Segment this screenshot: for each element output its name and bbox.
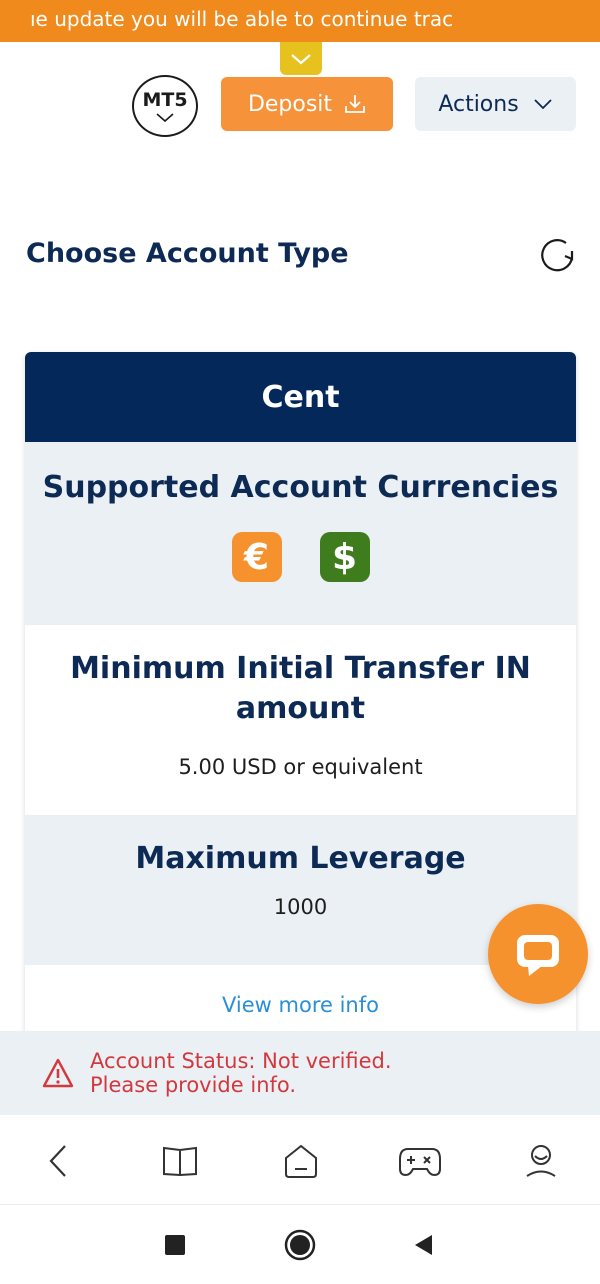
leverage-heading: Maximum Leverage (135, 841, 466, 876)
nav-home[interactable] (279, 1139, 323, 1183)
min-transfer-section: Minimum Initial Transfer IN amount 5.00 … (25, 625, 576, 815)
view-more-link[interactable]: View more info (222, 993, 379, 1017)
chevron-down-icon (534, 99, 552, 110)
currencies-heading: Supported Account Currencies (42, 470, 559, 505)
nav-back[interactable] (37, 1139, 81, 1183)
banner-collapse-toggle[interactable] (280, 42, 322, 75)
system-back-button[interactable] (406, 1228, 440, 1262)
gamepad-icon (399, 1148, 441, 1177)
account-type-title: Cent (261, 379, 340, 415)
nav-games[interactable] (398, 1139, 442, 1183)
recents-icon (165, 1235, 185, 1255)
dollar-icon: $ (319, 532, 370, 582)
account-status-text: Account Status: Not verified. Please pro… (90, 1049, 392, 1097)
platform-label: MT5 (142, 89, 188, 111)
deposit-button[interactable]: Deposit (221, 77, 393, 131)
profile-icon (526, 1145, 556, 1177)
nav-library[interactable] (158, 1139, 202, 1183)
currencies-section: Supported Account Currencies € $ (25, 442, 576, 625)
system-home-button[interactable] (283, 1228, 317, 1262)
update-banner-text: ıe update you will be able to continue t… (30, 7, 454, 31)
deposit-label: Deposit (247, 91, 333, 117)
home-icon (285, 1144, 317, 1178)
bottom-nav (0, 1115, 600, 1205)
page-title: Choose Account Type (26, 238, 349, 269)
chevron-down-icon (291, 53, 311, 64)
warning-icon (42, 1058, 74, 1088)
min-transfer-heading: Minimum Initial Transfer IN amount (70, 651, 531, 726)
chat-button[interactable] (488, 904, 588, 1004)
actions-dropdown[interactable]: Actions (415, 77, 576, 131)
account-type-header: Cent (25, 352, 576, 442)
nav-profile[interactable] (519, 1139, 563, 1183)
back-icon (49, 1145, 66, 1177)
account-status-line1: Account Status: Not verified. (90, 1049, 392, 1073)
account-status-line2: Please provide info. (90, 1073, 297, 1097)
refresh-icon[interactable] (536, 234, 578, 276)
home-circle-icon (284, 1229, 316, 1261)
actions-label: Actions (438, 91, 519, 117)
back-triangle-icon (415, 1235, 432, 1255)
chat-bubble-icon (517, 935, 559, 976)
chevron-down-icon (156, 113, 174, 123)
currency-icons: € $ (25, 532, 576, 582)
platform-switch-button[interactable]: MT5 (132, 75, 198, 137)
euro-icon: € (231, 532, 282, 582)
account-status-bar[interactable]: Account Status: Not verified. Please pro… (0, 1031, 600, 1115)
min-transfer-value: 5.00 USD or equivalent (178, 755, 423, 779)
leverage-value: 1000 (273, 895, 328, 919)
download-icon (345, 95, 365, 113)
update-banner: ıe update you will be able to continue t… (0, 0, 600, 42)
book-icon (163, 1146, 197, 1177)
system-recents-button[interactable] (158, 1228, 192, 1262)
system-nav-bar (0, 1206, 600, 1284)
